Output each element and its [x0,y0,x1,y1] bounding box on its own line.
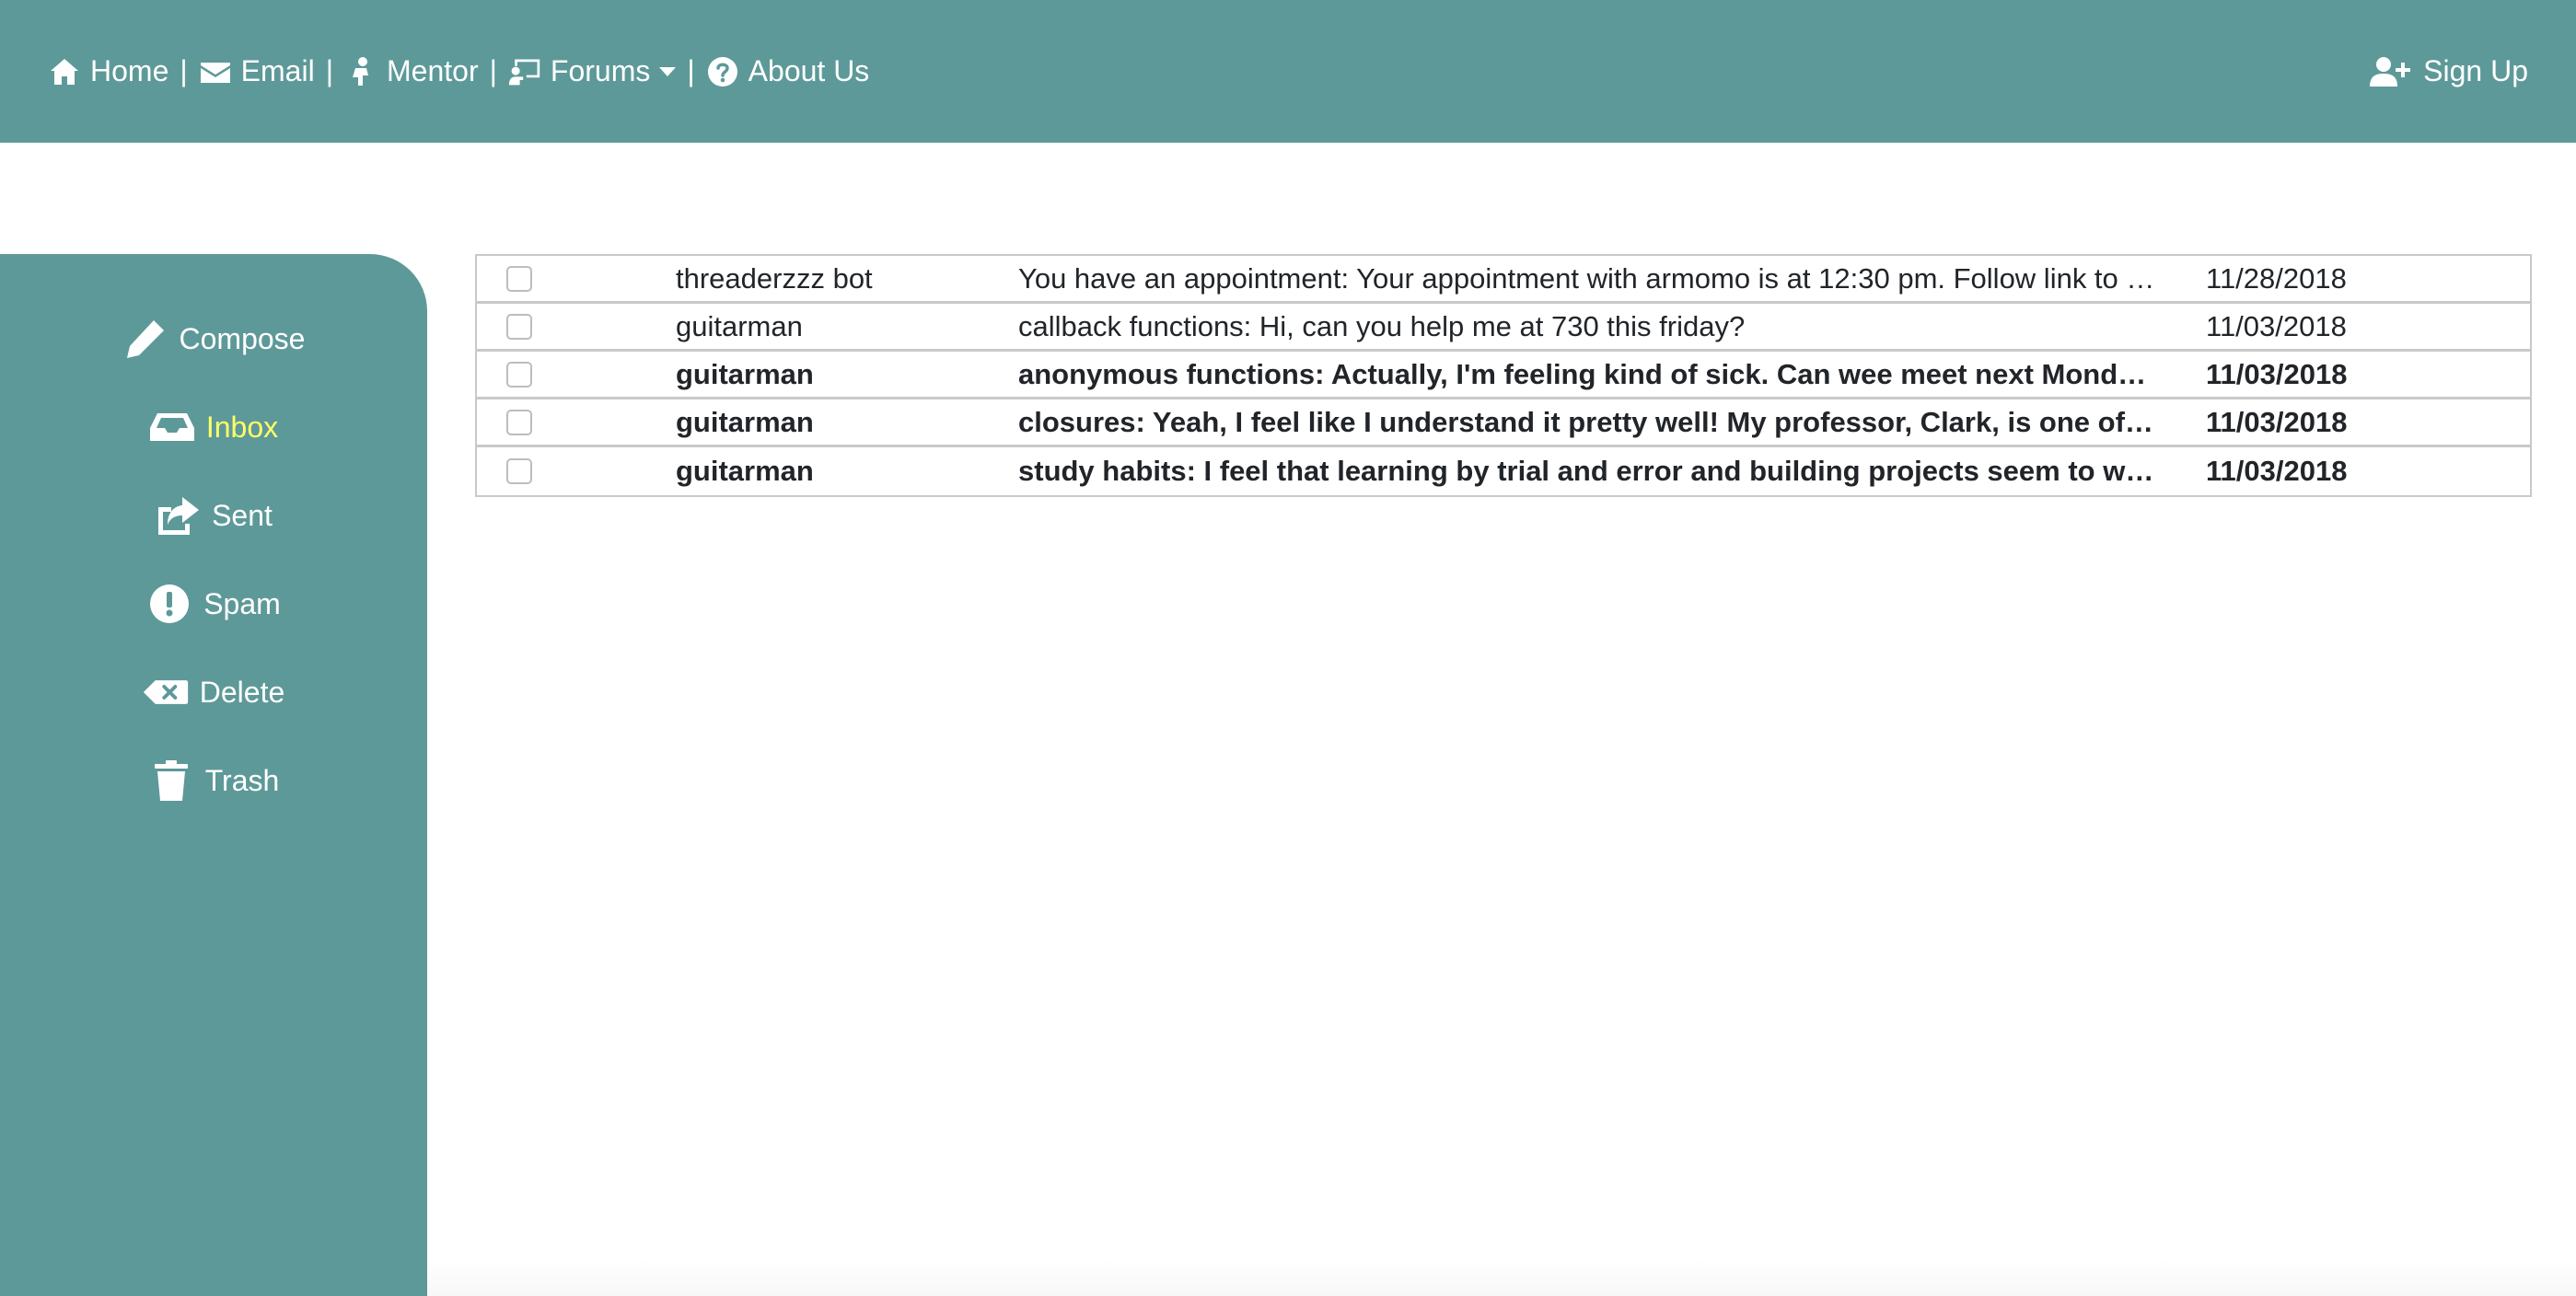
nav-forums-label: Forums [550,54,651,87]
message-select-cell [477,361,676,388]
share-icon [158,497,200,535]
question-circle-icon [707,56,737,87]
sidebar-item-sent[interactable]: Sent [0,471,427,560]
message-select-cell [477,458,676,484]
sidebar-item-inbox[interactable]: Inbox [0,383,427,471]
message-date: 11/03/2018 [2206,455,2348,487]
message-checkbox[interactable] [506,361,532,388]
message-row[interactable]: guitarman anonymous functions: Actually,… [477,352,2530,399]
message-select-cell [477,265,676,292]
envelope-icon [200,62,230,83]
message-checkbox[interactable] [506,409,532,435]
user-plus-icon [2370,56,2411,87]
message-subject: study habits: I feel that learning by tr… [1018,455,2206,487]
message-sender: guitarman [676,405,814,438]
message-select-cell [477,409,676,435]
message-date: 11/03/2018 [2206,405,2348,438]
message-subject: You have an appointment: Your appointmen… [1018,261,2206,295]
inbox-icon [149,413,194,441]
nav-mentor-label: Mentor [387,54,479,87]
message-date: 11/03/2018 [2206,309,2347,342]
message-checkbox[interactable] [506,265,532,292]
nav-separator: | [180,54,188,87]
nav-about-label: About Us [748,54,870,87]
nav-email-label: Email [240,54,315,87]
sidebar-item-spam[interactable]: Spam [0,560,427,648]
nav-separator: | [489,54,497,87]
signup-label: Sign Up [2423,54,2528,87]
message-row[interactable]: threaderzzz bot You have an appointment:… [477,256,2530,304]
top-navbar: Home | Email | Mentor | Forums | About U… [0,0,2576,143]
mail-sidebar: Compose Inbox Sent Spam Delete Trash [0,254,427,1296]
sidebar-item-compose[interactable]: Compose [0,295,427,383]
sidebar-item-delete[interactable]: Delete [0,648,427,736]
message-sender: guitarman [676,455,814,487]
nav-links: Home | Email | Mentor | Forums | About U… [48,54,869,88]
sidebar-item-label: Sent [212,498,273,532]
pencil-icon [126,320,164,358]
nav-separator: | [687,54,695,87]
message-subject: anonymous functions: Actually, I'm feeli… [1018,357,2206,390]
nav-home-label: Home [90,54,169,87]
message-checkbox[interactable] [506,458,532,484]
exclamation-circle-icon [150,584,190,623]
message-subject: closures: Yeah, I feel like I understand… [1018,405,2206,438]
message-select-cell [477,313,676,340]
message-row[interactable]: guitarman study habits: I feel that lear… [477,447,2530,495]
sidebar-item-label: Trash [204,763,280,797]
mentor-icon [353,56,368,86]
message-checkbox[interactable] [506,313,532,340]
backspace-icon [143,680,188,704]
bottom-shadow [427,1259,2576,1296]
message-date: 11/03/2018 [2206,357,2348,390]
nav-home-link[interactable]: Home [48,54,168,88]
message-list: threaderzzz bot You have an appointment:… [475,254,2532,497]
message-sender: guitarman [676,309,803,342]
sidebar-item-label: Compose [179,321,306,355]
chevron-down-icon [659,66,677,76]
nav-about-link[interactable]: About Us [706,54,870,88]
message-sender: guitarman [676,357,814,390]
nav-forums-dropdown[interactable]: Forums [508,54,677,88]
chalkboard-teacher-icon [508,59,540,85]
nav-mentor-link[interactable]: Mentor [344,54,479,88]
message-row[interactable]: guitarman callback functions: Hi, can yo… [477,304,2530,352]
trash-icon [154,760,188,801]
message-date: 11/28/2018 [2206,261,2347,295]
nav-separator: | [325,54,333,87]
sidebar-item-label: Spam [203,586,281,620]
sidebar-item-trash[interactable]: Trash [0,736,427,825]
sidebar-item-label: Inbox [205,410,279,444]
message-row[interactable]: guitarman closures: Yeah, I feel like I … [477,399,2530,447]
signup-link[interactable]: Sign Up [2370,54,2528,88]
nav-email-link[interactable]: Email [199,54,315,88]
message-sender: threaderzzz bot [676,261,873,295]
home-icon [51,58,78,85]
message-subject: callback functions: Hi, can you help me … [1018,309,1746,342]
sidebar-item-label: Delete [199,675,285,709]
